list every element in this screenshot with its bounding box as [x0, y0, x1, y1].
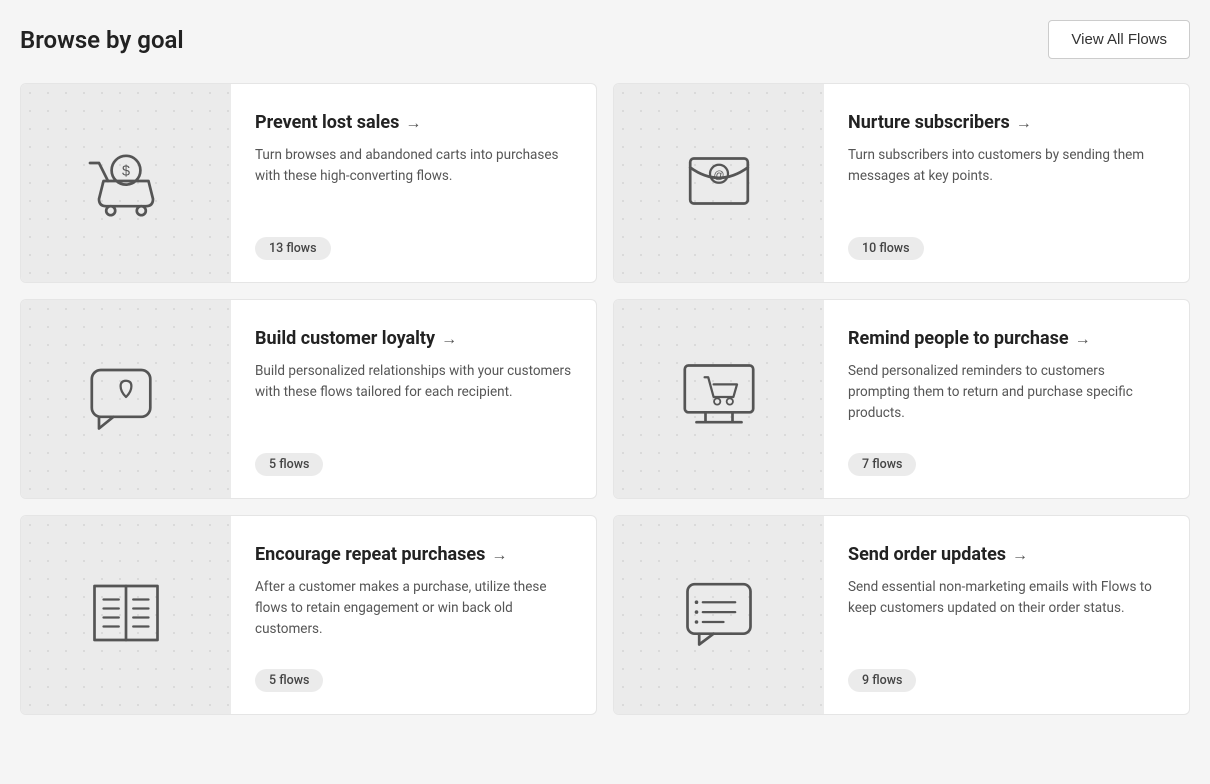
card-description-send-order-updates: Send essential non-marketing emails with…	[848, 577, 1165, 619]
flow-badge-encourage-repeat-purchases: 5 flows	[255, 669, 323, 692]
card-title-nurture-subscribers[interactable]: Nurture subscribers →	[848, 112, 1165, 133]
card-title-send-order-updates[interactable]: Send order updates →	[848, 544, 1165, 565]
flow-badge-send-order-updates: 9 flows	[848, 669, 916, 692]
card-icon-area-build-customer-loyalty	[21, 300, 231, 498]
card-nurture-subscribers[interactable]: @ Nurture subscribers → Turn subscribers…	[613, 83, 1190, 283]
card-description-nurture-subscribers: Turn subscribers into customers by sendi…	[848, 145, 1165, 187]
arrow-icon: →	[491, 545, 507, 565]
card-send-order-updates[interactable]: Send order updates → Send essential non-…	[613, 515, 1190, 715]
card-icon-area-prevent-lost-sales: $	[21, 84, 231, 282]
monitor-cart-icon	[674, 352, 764, 446]
book-icon	[81, 568, 171, 662]
card-description-build-customer-loyalty: Build personalized relationships with yo…	[255, 361, 572, 403]
card-description-encourage-repeat-purchases: After a customer makes a purchase, utili…	[255, 577, 572, 640]
view-all-flows-button[interactable]: View All Flows	[1048, 20, 1190, 59]
card-content-build-customer-loyalty: Build customer loyalty → Build personali…	[231, 300, 596, 498]
arrow-icon: →	[405, 113, 421, 133]
card-title-build-customer-loyalty[interactable]: Build customer loyalty →	[255, 328, 572, 349]
card-prevent-lost-sales[interactable]: $ Prevent lost sales → Turn browses and …	[20, 83, 597, 283]
card-content-prevent-lost-sales: Prevent lost sales → Turn browses and ab…	[231, 84, 596, 282]
card-description-remind-people-to-purchase: Send personalized reminders to customers…	[848, 361, 1165, 424]
card-icon-area-remind-people-to-purchase	[614, 300, 824, 498]
flow-badge-build-customer-loyalty: 5 flows	[255, 453, 323, 476]
svg-text:@: @	[714, 169, 725, 181]
arrow-icon: →	[441, 329, 457, 349]
heart-chat-icon	[81, 352, 171, 446]
arrow-icon: →	[1016, 113, 1032, 133]
card-content-remind-people-to-purchase: Remind people to purchase → Send persona…	[824, 300, 1189, 498]
card-icon-area-encourage-repeat-purchases	[21, 516, 231, 714]
card-remind-people-to-purchase[interactable]: Remind people to purchase → Send persona…	[613, 299, 1190, 499]
cart-icon: $	[81, 136, 171, 230]
card-description-prevent-lost-sales: Turn browses and abandoned carts into pu…	[255, 145, 572, 187]
card-encourage-repeat-purchases[interactable]: Encourage repeat purchases → After a cus…	[20, 515, 597, 715]
card-content-encourage-repeat-purchases: Encourage repeat purchases → After a cus…	[231, 516, 596, 714]
cards-grid: $ Prevent lost sales → Turn browses and …	[20, 83, 1190, 715]
flow-badge-nurture-subscribers: 10 flows	[848, 237, 924, 260]
card-content-send-order-updates: Send order updates → Send essential non-…	[824, 516, 1189, 714]
arrow-icon: →	[1075, 329, 1091, 349]
flow-badge-remind-people-to-purchase: 7 flows	[848, 453, 916, 476]
card-title-prevent-lost-sales[interactable]: Prevent lost sales →	[255, 112, 572, 133]
card-title-encourage-repeat-purchases[interactable]: Encourage repeat purchases →	[255, 544, 572, 565]
card-icon-area-send-order-updates	[614, 516, 824, 714]
flow-badge-prevent-lost-sales: 13 flows	[255, 237, 331, 260]
card-content-nurture-subscribers: Nurture subscribers → Turn subscribers i…	[824, 84, 1189, 282]
svg-text:$: $	[122, 164, 130, 180]
page-title: Browse by goal	[20, 26, 184, 54]
email-icon: @	[674, 136, 764, 230]
card-build-customer-loyalty[interactable]: Build customer loyalty → Build personali…	[20, 299, 597, 499]
arrow-icon: →	[1012, 545, 1028, 565]
card-title-remind-people-to-purchase[interactable]: Remind people to purchase →	[848, 328, 1165, 349]
card-icon-area-nurture-subscribers: @	[614, 84, 824, 282]
chat-list-icon	[674, 568, 764, 662]
